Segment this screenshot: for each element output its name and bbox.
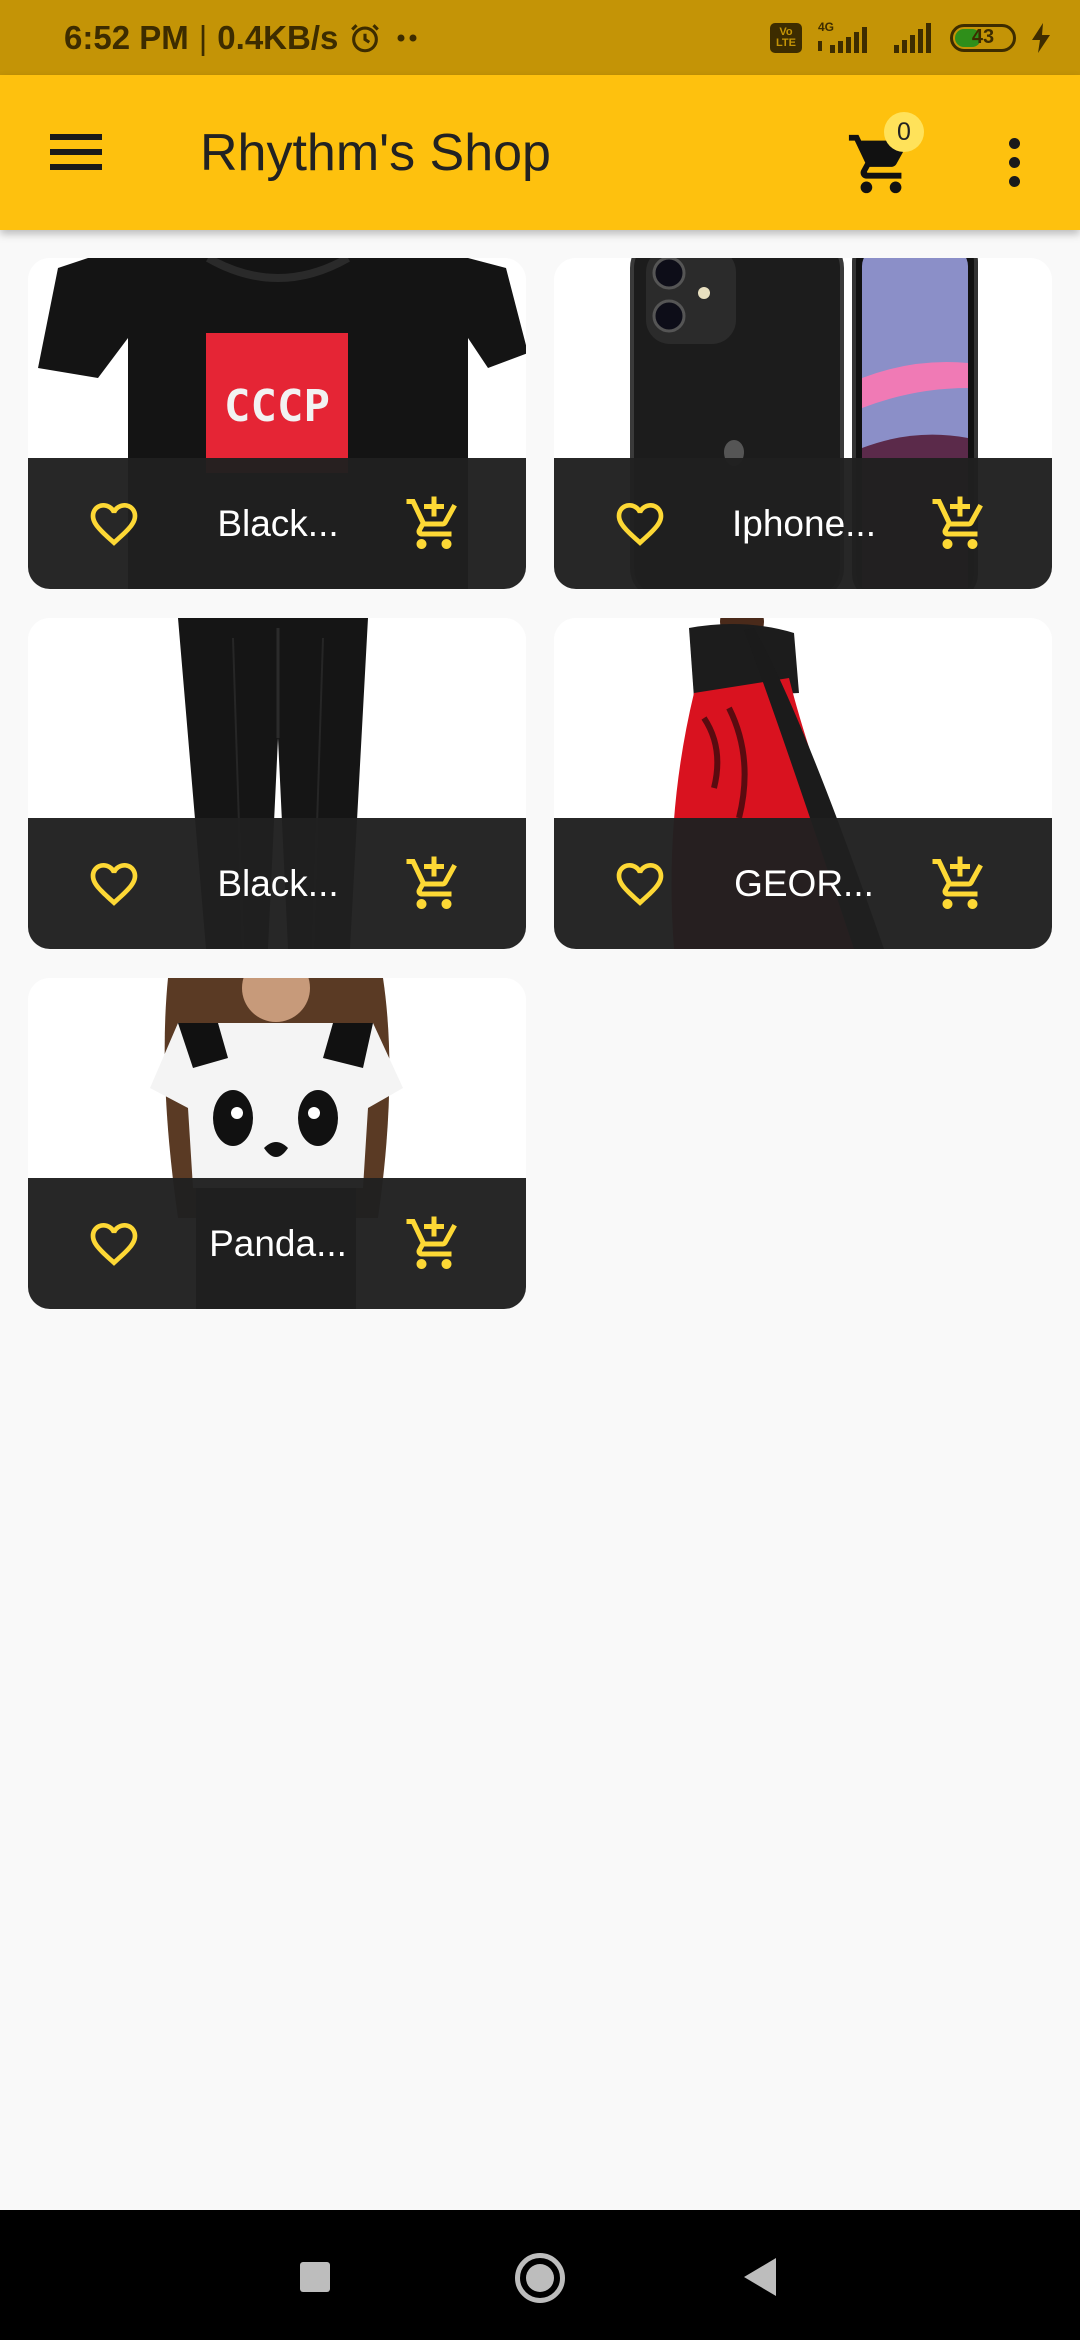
- status-speed: 0.4KB/s: [217, 18, 339, 56]
- back-icon[interactable]: [744, 2258, 776, 2296]
- card-footer: Black...: [28, 458, 526, 589]
- product-card[interactable]: CCCP Black...: [28, 258, 526, 589]
- status-time: 6:52 PM: [64, 18, 189, 56]
- card-footer: GEOR...: [554, 818, 1052, 949]
- battery-level: 43: [971, 26, 995, 48]
- svg-text:CCCP: CCCP: [224, 381, 330, 432]
- heart-outline-icon[interactable]: [84, 856, 144, 912]
- battery-icon: 43: [950, 23, 1016, 52]
- more-vert-icon[interactable]: [992, 127, 1036, 197]
- menu-icon[interactable]: [40, 119, 112, 185]
- status-right: Vo LTE 4G 43: [770, 0, 1052, 75]
- home-icon[interactable]: [515, 2253, 565, 2303]
- heart-outline-icon[interactable]: [610, 856, 670, 912]
- product-card[interactable]: Panda...: [28, 978, 526, 1309]
- add-shopping-cart-icon[interactable]: [404, 854, 464, 914]
- product-name: Panda...: [209, 1222, 347, 1264]
- more-notifications-icon: [397, 34, 417, 41]
- card-footer: Panda...: [28, 1178, 526, 1309]
- product-name: GEOR...: [734, 862, 874, 904]
- charging-icon: [1032, 22, 1050, 53]
- heart-outline-icon[interactable]: [84, 1216, 144, 1272]
- product-card[interactable]: Black...: [28, 618, 526, 949]
- cart-button[interactable]: 0: [846, 112, 936, 205]
- card-footer: Iphone...: [554, 458, 1052, 589]
- heart-outline-icon[interactable]: [84, 496, 144, 552]
- status-separator: |: [198, 18, 208, 56]
- svg-text:4G: 4G: [818, 20, 834, 34]
- cart-count-badge: 0: [884, 112, 924, 152]
- alarm-icon: [351, 23, 380, 52]
- app-title: Rhythm's Shop: [200, 123, 551, 182]
- product-name: Black...: [217, 502, 339, 544]
- card-footer: Black...: [28, 818, 526, 949]
- signal-4g-icon: 4G: [818, 20, 867, 53]
- system-nav-bar: [0, 2210, 1080, 2340]
- add-shopping-cart-icon[interactable]: [930, 494, 990, 554]
- recent-apps-icon[interactable]: [300, 2262, 330, 2292]
- add-shopping-cart-icon[interactable]: [930, 854, 990, 914]
- product-name: Black...: [217, 862, 339, 904]
- product-card[interactable]: Iphone...: [554, 258, 1052, 589]
- add-shopping-cart-icon[interactable]: [404, 494, 464, 554]
- product-name: Iphone...: [731, 502, 876, 544]
- signal-icon: [894, 22, 931, 53]
- product-card[interactable]: GEOR...: [554, 618, 1052, 949]
- heart-outline-icon[interactable]: [610, 496, 670, 552]
- status-bar: 6:52 PM | 0.4KB/s Vo LTE 4G 43: [0, 0, 1080, 75]
- app-bar: Rhythm's Shop 0: [0, 75, 1080, 230]
- add-shopping-cart-icon[interactable]: [404, 1214, 464, 1274]
- volte-icon: Vo LTE: [770, 22, 802, 53]
- status-left: 6:52 PM | 0.4KB/s: [64, 0, 422, 75]
